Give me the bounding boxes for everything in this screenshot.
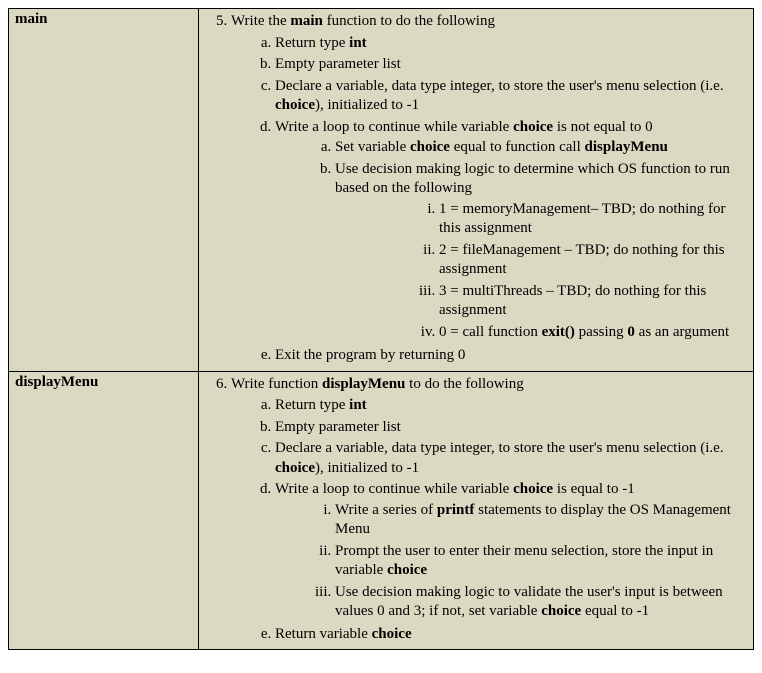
- list-item: 0 = call function exit() passing 0 as an…: [439, 322, 747, 344]
- alpha-list: Return type intEmpty parameter listDecla…: [205, 395, 747, 645]
- row-content: Write function displayMenu to do the fol…: [199, 371, 754, 650]
- bold-term: main: [290, 13, 323, 29]
- list-item: 1 = memoryManagement– TBD; do nothing fo…: [439, 199, 747, 240]
- row-label: displayMenu: [9, 371, 199, 650]
- bold-term: choice: [513, 481, 553, 497]
- bold-term: printf: [437, 502, 475, 518]
- list-item: Declare a variable, data type integer, t…: [275, 438, 747, 479]
- bold-term: exit(): [542, 324, 575, 340]
- roman-sublist: 1 = memoryManagement– TBD; do nothing fo…: [335, 199, 747, 344]
- list-item: Declare a variable, data type integer, t…: [275, 76, 747, 117]
- list-item: Exit the program by returning 0: [275, 345, 747, 367]
- bold-term: choice: [513, 119, 553, 135]
- list-item: Write a loop to continue while variable …: [275, 117, 747, 346]
- list-item: Empty parameter list: [275, 417, 747, 439]
- list-item: Write function displayMenu to do the fol…: [231, 374, 747, 396]
- alpha-list: Return type intEmpty parameter listDecla…: [205, 33, 747, 367]
- list-item: Write a series of printf statements to d…: [335, 500, 747, 541]
- row-content: Write the main function to do the follow…: [199, 9, 754, 372]
- bold-term: choice: [387, 562, 427, 578]
- bold-term: choice: [410, 139, 450, 155]
- bold-term: choice: [372, 626, 412, 642]
- bold-term: int: [349, 397, 367, 413]
- list-item: Return type int: [275, 33, 747, 55]
- bold-term: displayMenu: [585, 139, 668, 155]
- alpha-sublist: Set variable choice equal to function ca…: [275, 137, 747, 344]
- bold-term: int: [349, 35, 367, 51]
- bold-term: choice: [275, 97, 315, 113]
- bold-term: displayMenu: [322, 376, 405, 392]
- list-item: Write the main function to do the follow…: [231, 11, 747, 33]
- list-item: Prompt the user to enter their menu sele…: [335, 541, 747, 582]
- numbered-list: Write the main function to do the follow…: [205, 11, 747, 33]
- list-item: Return type int: [275, 395, 747, 417]
- list-item: Set variable choice equal to function ca…: [335, 137, 747, 159]
- roman-sublist: Write a series of printf statements to d…: [275, 500, 747, 623]
- bold-term: 0: [627, 324, 635, 340]
- list-item: Use decision making logic to determine w…: [335, 159, 747, 345]
- list-item: 2 = fileManagement – TBD; do nothing for…: [439, 240, 747, 281]
- list-item: Write a loop to continue while variable …: [275, 479, 747, 624]
- spec-table: mainWrite the main function to do the fo…: [8, 8, 754, 650]
- list-item: Use decision making logic to validate th…: [335, 582, 747, 623]
- row-label: main: [9, 9, 199, 372]
- bold-term: choice: [275, 460, 315, 476]
- list-item: Return variable choice: [275, 624, 747, 646]
- table-row: displayMenuWrite function displayMenu to…: [9, 371, 754, 650]
- numbered-list: Write function displayMenu to do the fol…: [205, 374, 747, 396]
- list-item: Empty parameter list: [275, 54, 747, 76]
- table-row: mainWrite the main function to do the fo…: [9, 9, 754, 372]
- bold-term: choice: [541, 603, 581, 619]
- list-item: 3 = multiThreads – TBD; do nothing for t…: [439, 281, 747, 322]
